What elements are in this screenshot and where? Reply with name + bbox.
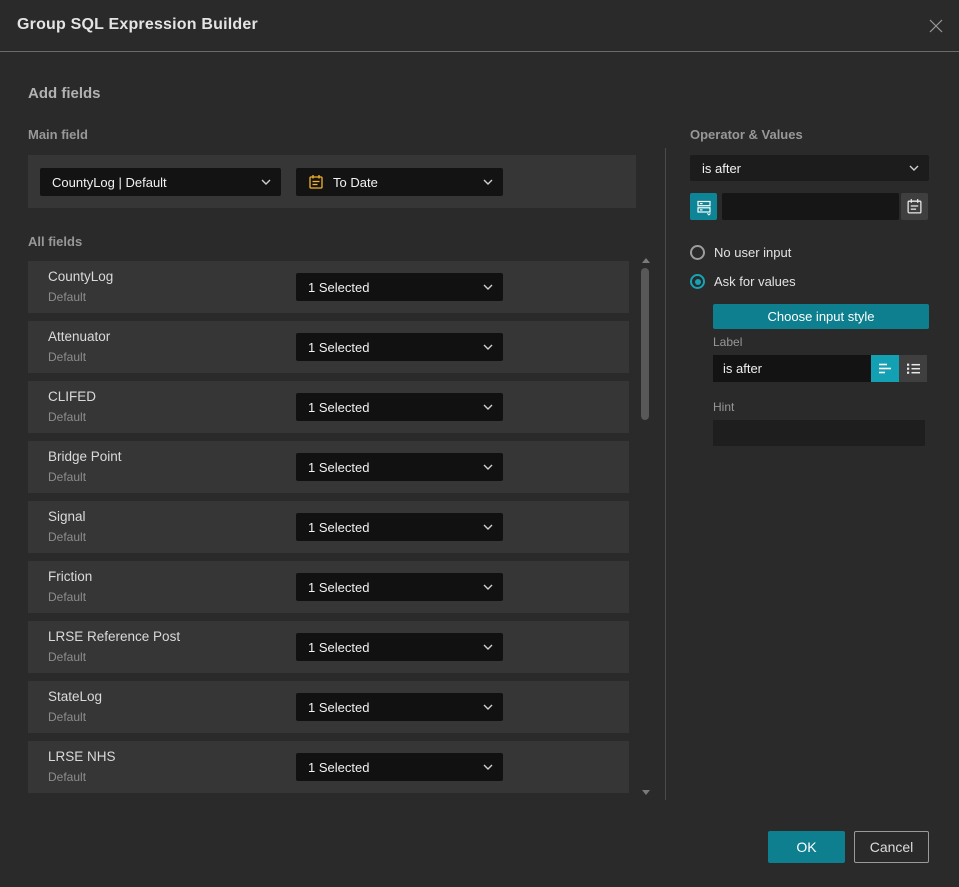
- chevron-down-icon: [483, 584, 493, 590]
- main-field-band: CountyLog | Default To Date: [28, 155, 636, 208]
- field-selection-select[interactable]: 1 Selected: [296, 573, 503, 601]
- list-scrollbar-thumb[interactable]: [641, 268, 649, 420]
- close-icon[interactable]: [927, 17, 945, 35]
- align-left-icon[interactable]: [871, 355, 899, 382]
- field-source: Default: [48, 410, 87, 424]
- chevron-down-icon: [483, 524, 493, 530]
- field-source: Default: [48, 290, 87, 304]
- field-name: Bridge Point: [48, 449, 122, 464]
- field-source: Default: [48, 650, 87, 664]
- dialog-header: Group SQL Expression Builder: [0, 0, 959, 52]
- field-selection-value: 1 Selected: [308, 339, 370, 355]
- field-selection-value: 1 Selected: [308, 459, 370, 475]
- chevron-down-icon: [483, 764, 493, 770]
- radio-ask-for-values-label: Ask for values: [714, 274, 796, 289]
- operator-values-heading: Operator & Values: [690, 127, 803, 142]
- panel-divider: [665, 148, 666, 800]
- field-selection-value: 1 Selected: [308, 279, 370, 295]
- field-name: Friction: [48, 569, 93, 584]
- chevron-down-icon: [483, 344, 493, 350]
- date-mode-select[interactable]: To Date: [296, 168, 503, 196]
- field-row: CountyLog Default 1 Selected: [28, 261, 629, 313]
- label-input[interactable]: [713, 355, 871, 382]
- field-selection-select[interactable]: 1 Selected: [296, 453, 503, 481]
- field-row: Friction Default 1 Selected: [28, 561, 629, 613]
- choose-input-style-button[interactable]: Choose input style: [713, 304, 929, 329]
- date-mode-select-value: To Date: [333, 174, 378, 190]
- label-field-label: Label: [713, 335, 743, 349]
- field-row: Attenuator Default 1 Selected: [28, 321, 629, 373]
- chevron-down-icon: [483, 284, 493, 290]
- hint-field-label: Hint: [713, 400, 735, 414]
- chevron-down-icon: [483, 464, 493, 470]
- cancel-button[interactable]: Cancel: [854, 831, 929, 863]
- field-selection-select[interactable]: 1 Selected: [296, 393, 503, 421]
- chevron-down-icon: [483, 704, 493, 710]
- hint-input[interactable]: [713, 420, 925, 446]
- chevron-down-icon: [483, 404, 493, 410]
- operator-select-value: is after: [702, 160, 742, 176]
- field-selection-select[interactable]: 1 Selected: [296, 273, 503, 301]
- list-icon[interactable]: [899, 355, 927, 382]
- field-selection-value: 1 Selected: [308, 519, 370, 535]
- field-source: Default: [48, 530, 87, 544]
- field-row: StateLog Default 1 Selected: [28, 681, 629, 733]
- chevron-down-icon: [483, 179, 493, 185]
- field-selection-value: 1 Selected: [308, 579, 370, 595]
- chevron-down-icon: [483, 644, 493, 650]
- field-selection-select[interactable]: 1 Selected: [296, 513, 503, 541]
- calendar-icon[interactable]: [901, 193, 928, 220]
- radio-ask-for-values[interactable]: Ask for values: [690, 274, 796, 289]
- chevron-down-icon: [909, 165, 919, 171]
- radio-circle-icon: [690, 245, 705, 260]
- field-selection-select[interactable]: 1 Selected: [296, 633, 503, 661]
- field-selection-select[interactable]: 1 Selected: [296, 753, 503, 781]
- main-field-select-value: CountyLog | Default: [52, 174, 167, 190]
- stacked-values-icon[interactable]: [690, 193, 717, 220]
- scroll-up-icon[interactable]: [642, 258, 650, 263]
- field-selection-select[interactable]: 1 Selected: [296, 693, 503, 721]
- field-source: Default: [48, 710, 87, 724]
- field-row: LRSE Reference Post Default 1 Selected: [28, 621, 629, 673]
- field-source: Default: [48, 470, 87, 484]
- field-source: Default: [48, 770, 87, 784]
- radio-no-user-input-label: No user input: [714, 245, 792, 260]
- field-selection-value: 1 Selected: [308, 759, 370, 775]
- all-fields-label: All fields: [28, 234, 83, 249]
- field-name: StateLog: [48, 689, 103, 704]
- field-row: CLIFED Default 1 Selected: [28, 381, 629, 433]
- field-selection-value: 1 Selected: [308, 699, 370, 715]
- scroll-down-icon[interactable]: [642, 790, 650, 795]
- field-selection-select[interactable]: 1 Selected: [296, 333, 503, 361]
- field-row: Signal Default 1 Selected: [28, 501, 629, 553]
- main-field-select[interactable]: CountyLog | Default: [40, 168, 281, 196]
- field-name: CountyLog: [48, 269, 114, 284]
- calendar-gold-icon: [308, 174, 324, 190]
- dialog-title: Group SQL Expression Builder: [17, 16, 258, 33]
- field-selection-value: 1 Selected: [308, 399, 370, 415]
- field-name: LRSE NHS: [48, 749, 116, 764]
- operator-select[interactable]: is after: [690, 155, 929, 181]
- value-input[interactable]: [722, 193, 899, 220]
- field-row: Bridge Point Default 1 Selected: [28, 441, 629, 493]
- main-field-label: Main field: [28, 127, 88, 142]
- field-source: Default: [48, 590, 87, 604]
- field-row: LRSE NHS Default 1 Selected: [28, 741, 629, 793]
- radio-circle-selected-icon: [690, 274, 705, 289]
- chevron-down-icon: [261, 179, 271, 185]
- add-fields-heading: Add fields: [28, 85, 101, 102]
- ok-button[interactable]: OK: [768, 831, 845, 863]
- field-name: Signal: [48, 509, 86, 524]
- field-name: LRSE Reference Post: [48, 629, 181, 644]
- field-name: Attenuator: [48, 329, 111, 344]
- field-name: CLIFED: [48, 389, 97, 404]
- field-source: Default: [48, 350, 87, 364]
- radio-no-user-input[interactable]: No user input: [690, 245, 791, 260]
- field-selection-value: 1 Selected: [308, 639, 370, 655]
- all-fields-list: CountyLog Default 1 Selected Attenuator …: [28, 261, 629, 801]
